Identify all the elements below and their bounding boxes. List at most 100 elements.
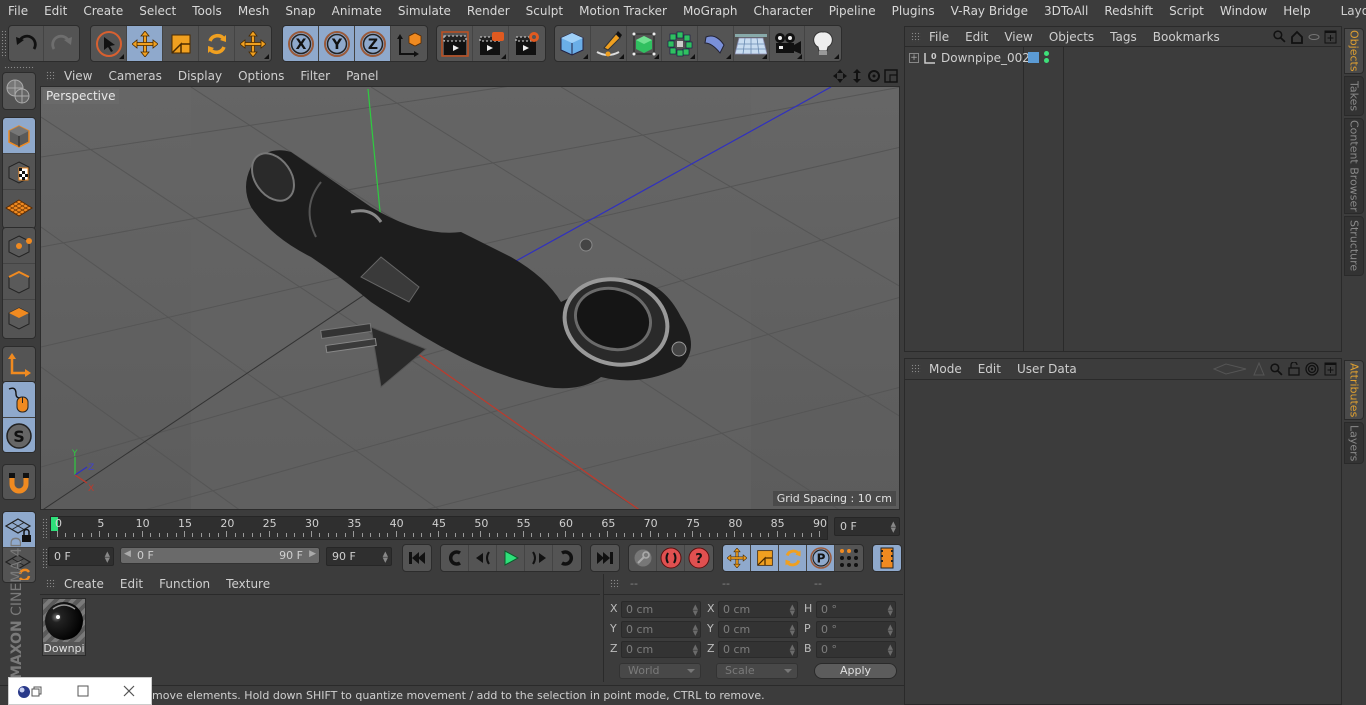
- timeline-window-button[interactable]: [873, 545, 901, 571]
- om-menu-objects[interactable]: Objects: [1041, 30, 1102, 44]
- viewport-menu-options[interactable]: Options: [230, 69, 292, 83]
- solo-button[interactable]: S: [3, 418, 35, 452]
- polygons-mode-button[interactable]: [3, 300, 35, 336]
- tab-attributes[interactable]: Attributes: [1344, 360, 1364, 420]
- floor-button[interactable]: [734, 26, 770, 61]
- perspective-viewport[interactable]: Y Z X Perspective Grid Spacing : 10 cm: [40, 86, 900, 510]
- frame-range-slider[interactable]: ◀ 0 F 90 F ▶: [120, 547, 320, 564]
- spinner-icon[interactable]: ▲ ▼: [693, 644, 698, 657]
- om-menu-tags[interactable]: Tags: [1102, 30, 1145, 44]
- new-panel-icon[interactable]: [1324, 30, 1337, 44]
- live-selection-button[interactable]: [91, 26, 127, 61]
- viewport-menu-cameras[interactable]: Cameras: [100, 69, 169, 83]
- object-manager-grip[interactable]: [911, 31, 921, 42]
- oval-icon[interactable]: [1308, 33, 1320, 41]
- position-key-button[interactable]: [723, 545, 751, 571]
- pos-y-field[interactable]: 0 cm ▲ ▼: [621, 621, 701, 638]
- spinner-icon[interactable]: ▲ ▼: [383, 551, 388, 564]
- light-button[interactable]: [805, 26, 841, 61]
- menu-mograph[interactable]: MoGraph: [675, 0, 746, 22]
- size-y-field[interactable]: 0 cm ▲ ▼: [718, 621, 798, 638]
- size-x-field[interactable]: 0 cm ▲ ▼: [718, 601, 798, 618]
- new-panel-icon[interactable]: [1324, 362, 1337, 376]
- x-axis-lock-button[interactable]: X: [283, 26, 319, 61]
- make-editable-button[interactable]: [3, 73, 35, 109]
- cloner-button[interactable]: [662, 26, 698, 61]
- menu-animate[interactable]: Animate: [324, 0, 390, 22]
- axis-mode-button[interactable]: [3, 347, 35, 383]
- tab-content-browser[interactable]: Content Browser: [1344, 118, 1364, 214]
- attribute-manager-grip[interactable]: [911, 364, 921, 374]
- start-frame-field[interactable]: 0 F ▲ ▼: [48, 547, 114, 566]
- redo-button[interactable]: [44, 26, 79, 61]
- pos-x-field[interactable]: 0 cm ▲ ▼: [621, 601, 701, 618]
- render-picture-viewer-button[interactable]: [473, 26, 509, 61]
- cube-button[interactable]: [555, 26, 591, 61]
- tab-objects[interactable]: Objects: [1344, 28, 1364, 74]
- previous-key-button[interactable]: [441, 545, 469, 571]
- render-view-button[interactable]: [437, 26, 473, 61]
- pos-z-field[interactable]: 0 cm ▲ ▼: [621, 641, 701, 658]
- size-z-field[interactable]: 0 cm ▲ ▼: [718, 641, 798, 658]
- goto-end-button[interactable]: [591, 545, 619, 571]
- restore-icon[interactable]: [31, 686, 43, 698]
- spinner-icon[interactable]: ▲ ▼: [891, 521, 896, 534]
- tab-layers[interactable]: Layers: [1344, 422, 1364, 464]
- menu-render[interactable]: Render: [459, 0, 518, 22]
- maximize-icon[interactable]: [77, 685, 89, 697]
- spinner-icon[interactable]: ▲ ▼: [693, 604, 698, 617]
- z-axis-lock-button[interactable]: Z: [355, 26, 391, 61]
- layer-color-swatch[interactable]: [1028, 52, 1039, 63]
- workplane-mode-button[interactable]: [3, 190, 35, 226]
- am-menu-user-data[interactable]: User Data: [1009, 362, 1085, 376]
- record-keys-button[interactable]: [629, 545, 657, 571]
- spinner-icon[interactable]: ▲ ▼: [888, 644, 893, 657]
- coordinate-space-select[interactable]: World: [619, 663, 701, 679]
- apply-button[interactable]: Apply: [814, 663, 897, 679]
- scale-tool-button[interactable]: [163, 26, 199, 61]
- menu-character[interactable]: Character: [745, 0, 820, 22]
- target-icon[interactable]: [1305, 362, 1319, 376]
- undo-button[interactable]: [9, 26, 45, 61]
- editor-visibility-dot[interactable]: [1044, 51, 1049, 56]
- range-right-arrow-icon[interactable]: ▶: [309, 549, 316, 559]
- search-icon[interactable]: [1270, 362, 1283, 376]
- home-icon[interactable]: [1290, 30, 1304, 44]
- menu-window[interactable]: Window: [1212, 0, 1275, 22]
- menu-tools[interactable]: Tools: [184, 0, 230, 22]
- menu-create[interactable]: Create: [75, 0, 131, 22]
- expand-icon[interactable]: +: [909, 53, 919, 63]
- viewport-menu-display[interactable]: Display: [170, 69, 230, 83]
- menu-script[interactable]: Script: [1161, 0, 1212, 22]
- viewport-menu-panel[interactable]: Panel: [338, 69, 386, 83]
- am-menu-edit[interactable]: Edit: [970, 362, 1009, 376]
- deformer-button[interactable]: [698, 26, 734, 61]
- left-toolbar-grip[interactable]: [4, 66, 34, 70]
- material-menu-function[interactable]: Function: [151, 577, 218, 591]
- rotation-key-button[interactable]: [779, 545, 807, 571]
- om-menu-edit[interactable]: Edit: [957, 30, 996, 44]
- timeline-grip[interactable]: [42, 518, 47, 538]
- menu-edit[interactable]: Edit: [36, 0, 75, 22]
- back-arrow-icon[interactable]: [1212, 363, 1248, 375]
- previous-frame-button[interactable]: [469, 545, 497, 571]
- up-arrow-icon[interactable]: [1253, 362, 1265, 376]
- menu-sculpt[interactable]: Sculpt: [518, 0, 571, 22]
- zoom-view-icon[interactable]: [850, 69, 864, 83]
- tab-takes[interactable]: Takes: [1344, 76, 1364, 116]
- next-frame-button[interactable]: [525, 545, 553, 571]
- search-icon[interactable]: [1273, 30, 1286, 43]
- om-menu-file[interactable]: File: [921, 30, 957, 44]
- menu-simulate[interactable]: Simulate: [390, 0, 459, 22]
- coord-grip[interactable]: [610, 579, 620, 589]
- toolbar-grip[interactable]: [1, 30, 6, 58]
- camera-button[interactable]: [770, 26, 806, 61]
- current-frame-field[interactable]: 0 F ▲ ▼: [834, 517, 900, 536]
- object-row[interactable]: + 0 Downpipe_002: [905, 49, 1343, 69]
- spinner-icon[interactable]: ▲ ▼: [888, 624, 893, 637]
- end-frame-field[interactable]: 90 F ▲ ▼: [326, 547, 392, 566]
- object-name[interactable]: Downpipe_002: [941, 51, 1030, 65]
- y-axis-lock-button[interactable]: Y: [319, 26, 355, 61]
- menu-snap[interactable]: Snap: [277, 0, 323, 22]
- size-mode-select[interactable]: Scale: [716, 663, 798, 679]
